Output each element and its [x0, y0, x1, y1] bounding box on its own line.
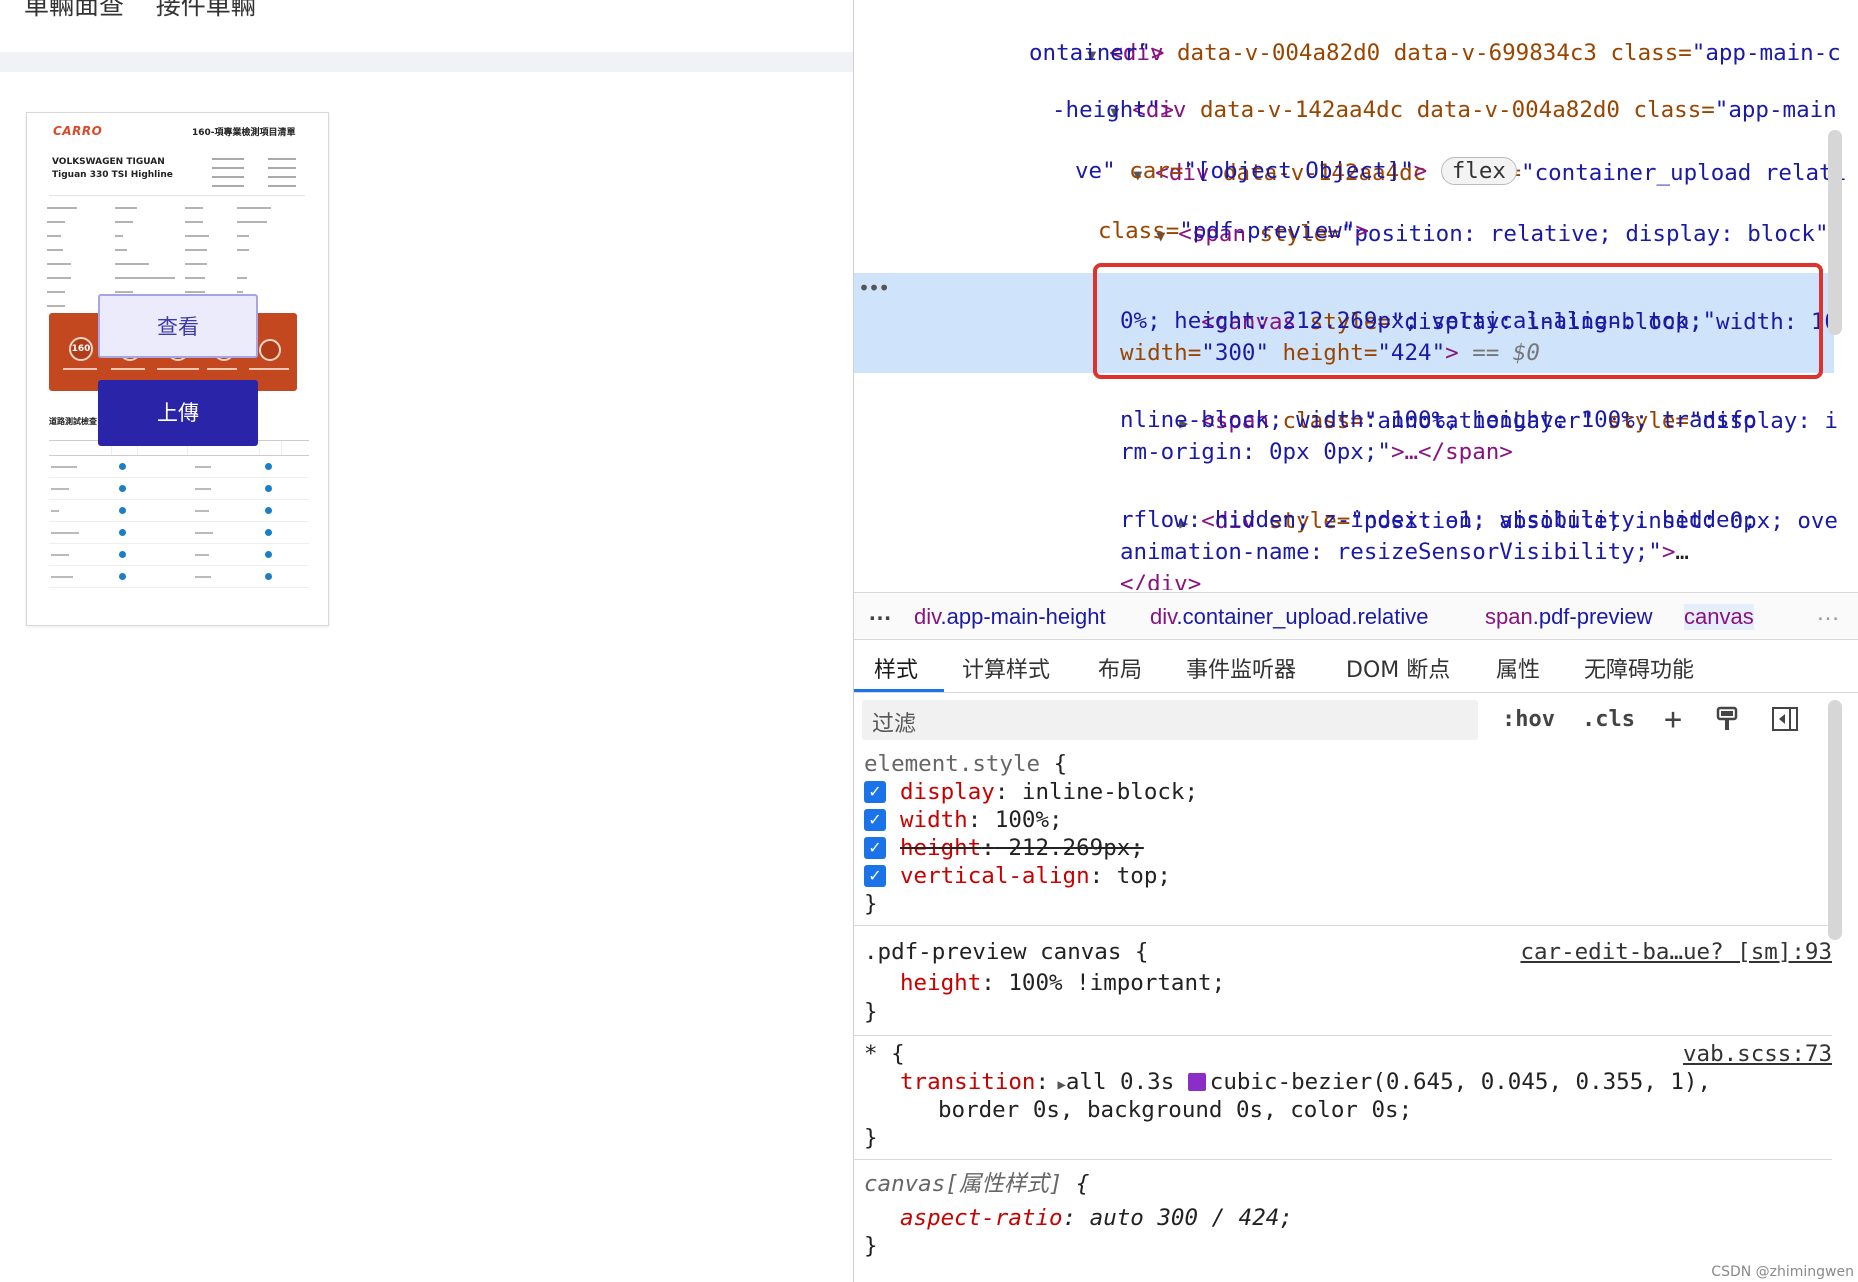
property-checkbox[interactable]: ✓: [864, 781, 886, 803]
breadcrumb-container-upload[interactable]: div.container_upload.relative: [1150, 604, 1428, 630]
styles-filter-input[interactable]: 过滤: [862, 700, 1478, 740]
toggle-sidebar-icon[interactable]: [1770, 704, 1800, 734]
elements-dom-tree[interactable]: ••• ▼ <div data-v-004a82d0 data-v-699834c…: [854, 0, 1858, 590]
tab-dom-breakpoints[interactable]: DOM 断点: [1346, 652, 1450, 684]
doc-car-trim: Tiguan 330 TSI Highline: [52, 170, 173, 180]
pdf-preview-card[interactable]: CARRO 160-項專業檢測項目清單 VOLKSWAGEN TIGUAN Ti…: [26, 112, 329, 626]
doc-brand-logo: CARRO: [53, 124, 103, 138]
row-actions-ellipsis-icon[interactable]: •••: [858, 272, 890, 305]
dom-tree-scrollbar[interactable]: [1828, 130, 1842, 335]
rule-element-style: element.style { ✓ display: inline-block;…: [854, 748, 1832, 926]
paint-format-icon[interactable]: [1712, 704, 1742, 734]
doc-section-title: 道路測試檢查: [49, 417, 97, 426]
tab-accessibility[interactable]: 无障碍功能: [1584, 652, 1694, 684]
rule-source-link[interactable]: vab.scss:73: [1683, 1040, 1832, 1068]
property-checkbox[interactable]: ✓: [864, 837, 886, 859]
devtools-panel: ••• ▼ <div data-v-004a82d0 data-v-699834c…: [853, 0, 1858, 1282]
doc-divider: [49, 195, 305, 196]
tab-computed[interactable]: 计算样式: [962, 652, 1050, 684]
rule-pdf-preview-canvas: .pdf-preview canvas { car-edit-ba…ue? [s…: [854, 936, 1832, 1036]
rule-source-link[interactable]: car-edit-ba…ue? [sm]:93: [1520, 938, 1832, 966]
doc-check-table: [49, 440, 309, 588]
breadcrumb-more-left-icon[interactable]: …: [868, 599, 892, 627]
cls-toggle-button[interactable]: .cls: [1582, 700, 1635, 740]
tab-layout[interactable]: 布局: [1098, 652, 1142, 684]
breadcrumb-app-main-height[interactable]: div.app-main-height: [914, 604, 1106, 630]
doc-title: 160-項專業檢測項目清單: [192, 128, 296, 138]
property-checkbox[interactable]: ✓: [864, 809, 886, 831]
banner-badge-icon: [259, 339, 281, 361]
dom-breadcrumb: … div.app-main-height div.container_uplo…: [854, 592, 1858, 640]
easing-editor-icon[interactable]: [1187, 1073, 1206, 1091]
active-tab-indicator: [854, 689, 944, 692]
tab-properties[interactable]: 属性: [1496, 652, 1540, 684]
upload-button[interactable]: 上傳: [98, 380, 258, 446]
property-checkbox[interactable]: ✓: [864, 865, 886, 887]
styles-subtabs: 样式 计算样式 布局 事件监听器 DOM 断点 属性 无障碍功能: [854, 641, 1858, 693]
hov-toggle-button[interactable]: :hov: [1502, 700, 1555, 740]
app-gap: [0, 52, 853, 72]
view-button[interactable]: 查看: [98, 294, 258, 358]
breadcrumb-canvas[interactable]: canvas: [1684, 604, 1754, 630]
breadcrumb-more-right-icon[interactable]: …: [1816, 599, 1840, 627]
rule-universal: * { vab.scss:73 transition: ▶all 0.3s cu…: [854, 1038, 1832, 1160]
breadcrumb-pdf-preview[interactable]: span.pdf-preview: [1485, 604, 1653, 630]
tab-event-listeners[interactable]: 事件监听器: [1186, 652, 1296, 684]
app-pane: 車輛面查 接件車輛 CARRO 160-項專業檢測項目清單 VOLKSWAGEN…: [0, 0, 853, 1282]
app-header-text: 車輛面查 接件車輛: [24, 0, 256, 20]
selection-highlight-box: [1093, 263, 1823, 379]
styles-rules-pane: element.style { ✓ display: inline-block;…: [854, 748, 1858, 1282]
new-rule-button[interactable]: +: [1664, 700, 1682, 740]
flex-badge[interactable]: flex: [1440, 157, 1517, 185]
watermark: CSDN @zhimingwen: [1711, 1264, 1854, 1280]
app-header: 車輛面查 接件車輛: [0, 0, 853, 52]
styles-scrollbar[interactable]: [1828, 700, 1842, 940]
doc-meta-block: [212, 155, 312, 191]
tab-styles[interactable]: 样式: [874, 652, 918, 684]
badge-160-icon: 160: [69, 337, 93, 361]
rule-canvas-attribute-style: canvas[属性样式] { aspect-ratio: auto 300 / …: [864, 1171, 1293, 1259]
doc-car-model: VOLKSWAGEN TIGUAN: [52, 157, 165, 167]
